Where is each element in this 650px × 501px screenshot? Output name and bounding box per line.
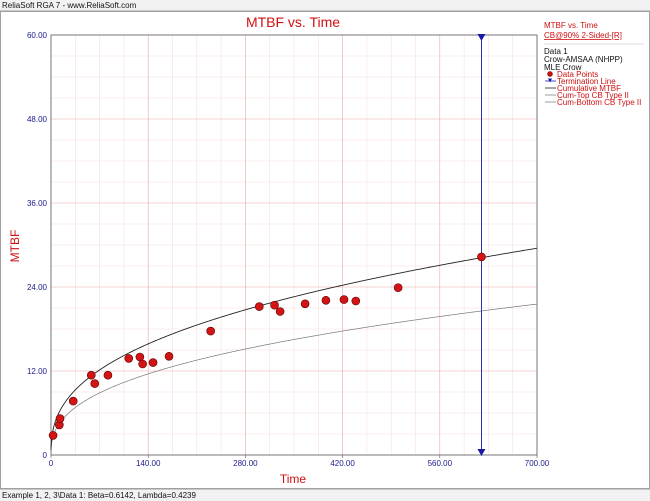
y-axis-label: MTBF — [8, 230, 22, 263]
data-point — [275, 307, 285, 316]
data-point — [339, 295, 349, 304]
data-point — [164, 351, 174, 361]
y-tick-label: 0 — [43, 451, 48, 460]
data-point — [103, 370, 113, 380]
status-bar: Example 1, 2, 3\Data 1: Beta=0.6142, Lam… — [0, 489, 650, 501]
data-point — [124, 354, 134, 363]
x-tick-label: 700.00 — [525, 459, 550, 468]
chart-frame: MTBF vs. Time MTBF Time 0 140.00 280.00 420… — [0, 11, 650, 489]
y-tick-label: 60.00 — [27, 31, 48, 40]
data-point — [138, 359, 147, 369]
window-title: ReliaSoft RGA 7 - www.ReliaSoft.com — [0, 0, 650, 11]
data-point — [351, 296, 361, 306]
data-point — [55, 414, 65, 423]
x-tick-label: 0 — [49, 459, 54, 468]
legend-point-icon — [547, 71, 553, 77]
data-point — [90, 379, 100, 388]
data-point — [68, 396, 78, 406]
data-point — [86, 370, 96, 380]
x-axis-label: Time — [280, 472, 307, 486]
grid — [51, 35, 537, 455]
chart-title: MTBF vs. Time — [246, 14, 340, 30]
data-point — [148, 358, 158, 367]
x-tick-label: 140.00 — [136, 459, 161, 468]
data-point — [206, 326, 215, 336]
y-tick-label: 48.00 — [27, 115, 48, 124]
y-tick-label: 12.00 — [27, 367, 48, 376]
y-tick-label: 24.00 — [27, 283, 48, 292]
legend-bottom-cb: Cum-Bottom CB Type II — [557, 98, 641, 107]
legend-header: MTBF vs. Time — [544, 21, 598, 30]
data-point — [270, 300, 279, 310]
x-tick-label: 560.00 — [428, 459, 453, 468]
x-tick-label: 420.00 — [330, 459, 355, 468]
legend-header2: CB@90% 2-Sided-[R] — [544, 31, 622, 40]
mtbf-chart: MTBF vs. Time MTBF Time 0 140.00 280.00 420… — [0, 11, 650, 489]
y-tick-label: 36.00 — [27, 199, 48, 208]
x-tick-label: 280.00 — [233, 459, 258, 468]
data-point — [300, 299, 310, 309]
data-point — [321, 295, 331, 305]
data-point — [48, 431, 58, 440]
data-point — [393, 283, 403, 293]
data-point — [254, 302, 264, 311]
data-point — [477, 252, 486, 262]
